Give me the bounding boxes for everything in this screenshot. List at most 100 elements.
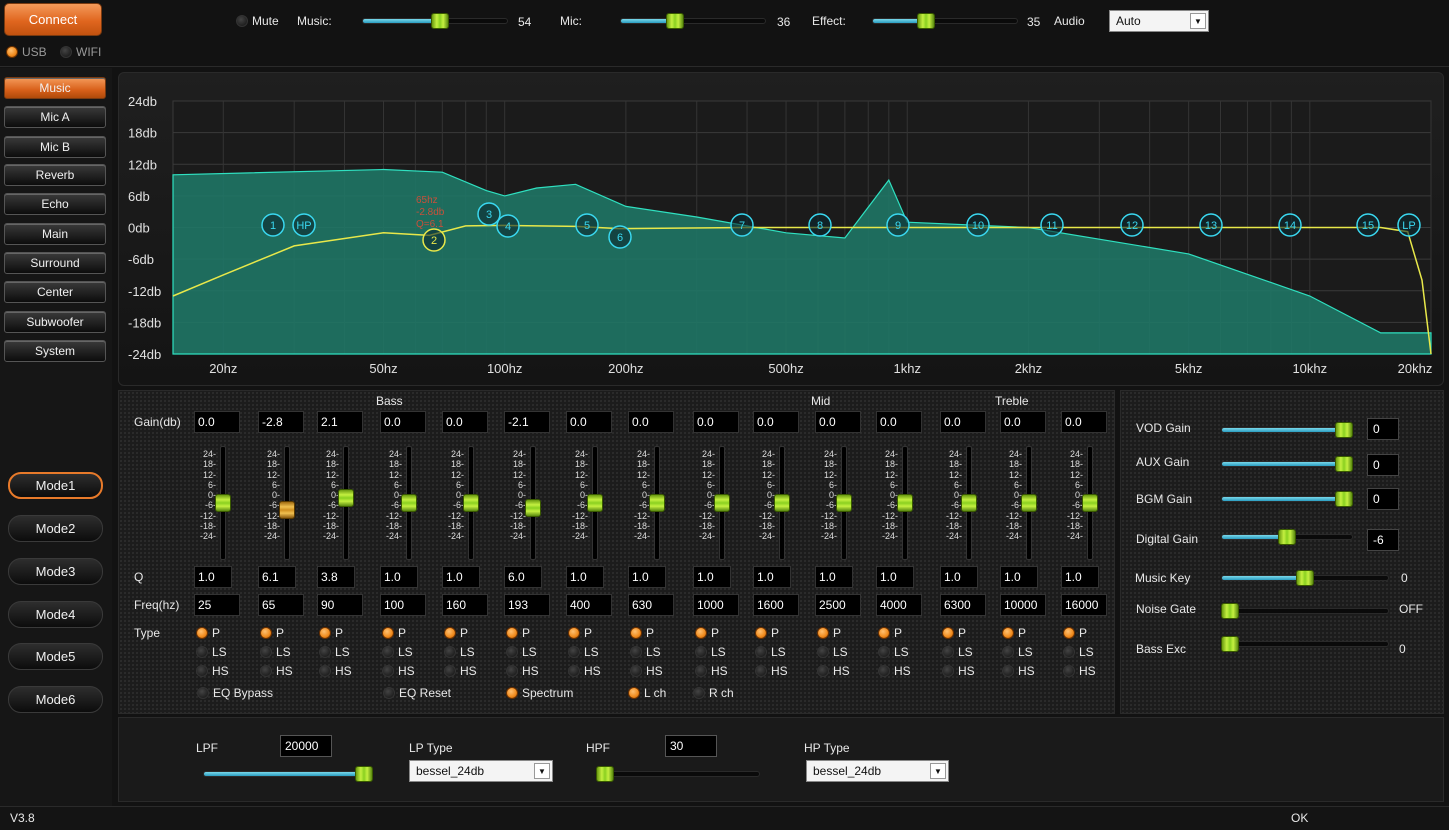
hp-type-select[interactable]: bessel_24db ▼ bbox=[806, 760, 949, 782]
band-type-radio[interactable] bbox=[506, 627, 518, 639]
sidebar-item-subwoofer[interactable]: Subwoofer bbox=[4, 311, 106, 333]
band-type-radio[interactable] bbox=[382, 627, 394, 639]
aux-gain-thumb[interactable] bbox=[1335, 456, 1353, 472]
band-type-p[interactable]: P bbox=[942, 626, 966, 640]
band-type-radio[interactable] bbox=[817, 665, 829, 677]
band-gain-thumb[interactable] bbox=[1082, 494, 1098, 512]
hpf-thumb[interactable] bbox=[596, 766, 614, 782]
band-q-input[interactable]: 1.0 bbox=[194, 566, 232, 588]
band-type-ls[interactable]: LS bbox=[382, 645, 413, 659]
band-type-ls[interactable]: LS bbox=[506, 645, 537, 659]
mute-toggle[interactable]: Mute bbox=[236, 14, 279, 28]
band-q-input[interactable]: 6.0 bbox=[504, 566, 542, 588]
vod-gain-thumb[interactable] bbox=[1335, 422, 1353, 438]
bass-exc-thumb[interactable] bbox=[1221, 636, 1239, 652]
band-freq-input[interactable]: 630 bbox=[628, 594, 674, 616]
connect-button[interactable]: Connect bbox=[4, 3, 102, 36]
band-type-hs[interactable]: HS bbox=[1002, 664, 1035, 678]
band-marker-9[interactable]: 9 bbox=[886, 213, 910, 237]
band-type-hs[interactable]: HS bbox=[942, 664, 975, 678]
band-type-p[interactable]: P bbox=[568, 626, 592, 640]
band-gain-input[interactable]: 0.0 bbox=[194, 411, 240, 433]
sidebar-item-surround[interactable]: Surround bbox=[4, 252, 106, 274]
band-type-radio[interactable] bbox=[817, 646, 829, 658]
wifi-radio[interactable] bbox=[60, 46, 72, 58]
band-q-input[interactable]: 1.0 bbox=[380, 566, 418, 588]
band-type-ls[interactable]: LS bbox=[878, 645, 909, 659]
mode-button-5[interactable]: Mode5 bbox=[8, 643, 103, 670]
band-q-input[interactable]: 1.0 bbox=[442, 566, 480, 588]
band-type-radio[interactable] bbox=[695, 665, 707, 677]
band-gain-input[interactable]: 0.0 bbox=[1000, 411, 1046, 433]
band-marker-14[interactable]: 14 bbox=[1278, 213, 1302, 237]
bass-exc-slider[interactable] bbox=[1221, 636, 1389, 652]
lpf-thumb[interactable] bbox=[355, 766, 373, 782]
band-gain-input[interactable]: -2.1 bbox=[504, 411, 550, 433]
band-type-p[interactable]: P bbox=[817, 626, 841, 640]
band-type-ls[interactable]: LS bbox=[817, 645, 848, 659]
band-type-radio[interactable] bbox=[382, 646, 394, 658]
band-gain-input[interactable]: 0.0 bbox=[566, 411, 612, 433]
band-type-radio[interactable] bbox=[1063, 627, 1075, 639]
sidebar-item-main[interactable]: Main bbox=[4, 223, 106, 245]
band-type-radio[interactable] bbox=[817, 627, 829, 639]
chevron-down-icon[interactable]: ▼ bbox=[1190, 13, 1206, 29]
band-gain-thumb[interactable] bbox=[279, 500, 295, 519]
band-q-input[interactable]: 1.0 bbox=[876, 566, 914, 588]
band-marker-2[interactable]: 2 bbox=[422, 228, 446, 252]
mute-checkbox[interactable] bbox=[236, 15, 248, 27]
music-volume-thumb[interactable] bbox=[431, 13, 450, 29]
band-type-radio[interactable] bbox=[878, 665, 890, 677]
sidebar-item-mic-b[interactable]: Mic B bbox=[4, 136, 106, 158]
band-type-radio[interactable] bbox=[630, 627, 642, 639]
band-marker-10[interactable]: 10 bbox=[966, 213, 990, 237]
mic-volume-slider[interactable] bbox=[620, 13, 766, 29]
sidebar-item-echo[interactable]: Echo bbox=[4, 193, 106, 215]
effect-volume-thumb[interactable] bbox=[916, 13, 935, 29]
band-gain-input[interactable]: 0.0 bbox=[815, 411, 861, 433]
band-type-radio[interactable] bbox=[1002, 627, 1014, 639]
band-freq-input[interactable]: 1600 bbox=[753, 594, 799, 616]
aux-gain-slider[interactable] bbox=[1221, 456, 1353, 472]
band-type-radio[interactable] bbox=[444, 627, 456, 639]
band-type-radio[interactable] bbox=[878, 646, 890, 658]
band-type-hs[interactable]: HS bbox=[260, 664, 293, 678]
mode-button-3[interactable]: Mode3 bbox=[8, 558, 103, 585]
band-gain-thumb[interactable] bbox=[525, 498, 541, 517]
r-ch-radio[interactable] bbox=[693, 687, 705, 699]
l-ch-option[interactable]: L ch bbox=[628, 686, 666, 700]
band-type-p[interactable]: P bbox=[695, 626, 719, 640]
noise-gate-thumb[interactable] bbox=[1221, 603, 1239, 619]
music-volume-slider[interactable] bbox=[362, 13, 508, 29]
eq-reset-radio[interactable] bbox=[383, 687, 395, 699]
band-marker-5[interactable]: 5 bbox=[575, 213, 599, 237]
band-q-input[interactable]: 3.8 bbox=[317, 566, 355, 588]
band-q-input[interactable]: 1.0 bbox=[815, 566, 853, 588]
spectrum-radio[interactable] bbox=[506, 687, 518, 699]
band-type-ls[interactable]: LS bbox=[444, 645, 475, 659]
band-marker-7[interactable]: 7 bbox=[730, 213, 754, 237]
band-type-radio[interactable] bbox=[260, 646, 272, 658]
bgm-gain-value[interactable]: 0 bbox=[1367, 488, 1399, 510]
band-q-input[interactable]: 1.0 bbox=[628, 566, 666, 588]
band-type-ls[interactable]: LS bbox=[942, 645, 973, 659]
band-type-radio[interactable] bbox=[260, 665, 272, 677]
band-gain-thumb[interactable] bbox=[961, 494, 977, 512]
band-type-p[interactable]: P bbox=[382, 626, 406, 640]
band-type-radio[interactable] bbox=[1063, 665, 1075, 677]
band-gain-input[interactable]: 0.0 bbox=[628, 411, 674, 433]
vod-gain-slider[interactable] bbox=[1221, 422, 1353, 438]
band-gain-thumb[interactable] bbox=[463, 494, 479, 512]
band-type-radio[interactable] bbox=[568, 646, 580, 658]
band-type-hs[interactable]: HS bbox=[319, 664, 352, 678]
band-q-input[interactable]: 1.0 bbox=[693, 566, 731, 588]
mode-button-6[interactable]: Mode6 bbox=[8, 686, 103, 713]
band-type-ls[interactable]: LS bbox=[319, 645, 350, 659]
band-type-p[interactable]: P bbox=[1063, 626, 1087, 640]
band-type-radio[interactable] bbox=[382, 665, 394, 677]
band-type-p[interactable]: P bbox=[319, 626, 343, 640]
band-freq-input[interactable]: 193 bbox=[504, 594, 550, 616]
band-marker-lp[interactable]: LP bbox=[1397, 213, 1421, 237]
band-freq-input[interactable]: 16000 bbox=[1061, 594, 1107, 616]
sidebar-item-center[interactable]: Center bbox=[4, 281, 106, 303]
